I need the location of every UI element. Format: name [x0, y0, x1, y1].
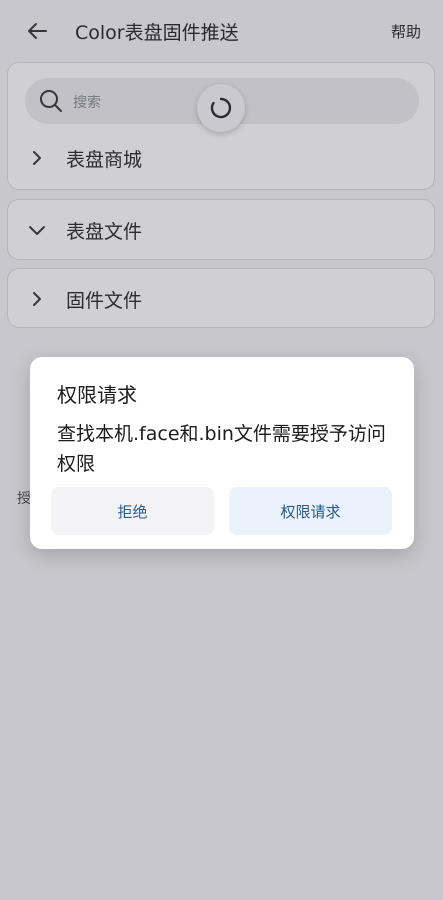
dialog-message: 查找本机.face和.bin文件需要授予访问权限: [57, 423, 386, 475]
deny-button[interactable]: 拒绝: [51, 487, 214, 535]
permission-dialog: 权限请求 查找本机.face和.bin文件需要授予访问权限 拒绝 权限请求: [30, 357, 414, 549]
grant-permission-button[interactable]: 权限请求: [229, 487, 392, 535]
dialog-title: 权限请求: [57, 383, 137, 407]
